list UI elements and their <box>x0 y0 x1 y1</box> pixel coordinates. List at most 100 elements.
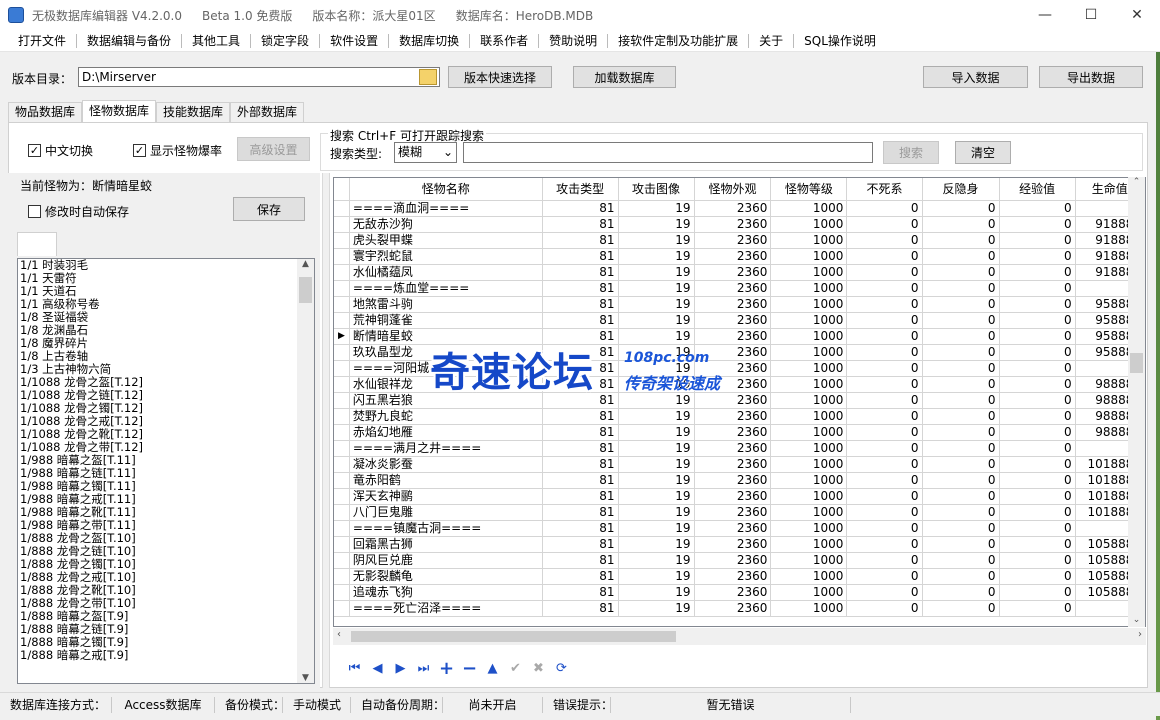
table-cell[interactable]: 0 <box>846 456 923 473</box>
table-cell[interactable]: 地煞雷斗驹 <box>349 296 543 313</box>
table-cell[interactable]: 0 <box>922 488 1000 505</box>
table-cell[interactable]: 19 <box>618 280 695 297</box>
list-item[interactable]: 1/3 上古神物六简 <box>18 363 314 376</box>
table-cell[interactable]: 19 <box>618 232 695 249</box>
table-cell[interactable]: ====满月之井==== <box>349 440 543 457</box>
table-cell[interactable]: 荒神铜蓬雀 <box>349 312 543 329</box>
table-cell[interactable]: 81 <box>542 456 619 473</box>
table-cell[interactable]: 1000 <box>770 408 848 425</box>
scroll-down-icon[interactable]: ▼ <box>297 673 314 683</box>
table-cell[interactable]: 1000 <box>770 264 848 281</box>
table-cell[interactable]: 81 <box>542 472 619 489</box>
table-cell[interactable]: 19 <box>618 504 695 521</box>
table-cell[interactable]: 19 <box>618 552 695 569</box>
table-cell[interactable]: 81 <box>542 600 619 617</box>
chinese-switch-checkbox[interactable]: ✓ 中文切换 <box>28 142 93 159</box>
table-cell[interactable]: 1000 <box>770 456 848 473</box>
table-row[interactable]: 荒神铜蓬雀 81 19 2360 1000 0 0 0 958888 <box>334 312 1145 329</box>
table-cell[interactable]: 2360 <box>694 520 772 537</box>
scroll-down-icon[interactable]: ⌄ <box>1128 615 1145 625</box>
prior-record-icon[interactable]: ◀ <box>366 657 389 679</box>
list-item[interactable]: 1/8 圣诞福袋 <box>18 311 314 324</box>
table-cell[interactable]: 81 <box>542 488 619 505</box>
grid-hscroll-thumb[interactable] <box>351 631 676 642</box>
table-cell[interactable]: 81 <box>542 248 619 265</box>
table-cell[interactable]: 0 <box>922 280 1000 297</box>
drop-list[interactable]: 1/1 时装羽毛 1/1 天雷符 1/1 天道石 1/1 高级称号卷 1/8 圣诞福袋 1… <box>17 258 315 684</box>
tab-skills[interactable]: 技能数据库 <box>156 102 231 122</box>
scroll-up-icon[interactable]: ⌃ <box>1128 177 1145 191</box>
minimize-icon[interactable]: — <box>1022 0 1068 30</box>
delete-record-icon[interactable]: − <box>458 657 481 679</box>
table-cell[interactable]: 81 <box>542 520 619 537</box>
scroll-right-icon[interactable]: › <box>1138 629 1142 640</box>
table-cell[interactable]: 1000 <box>770 392 848 409</box>
table-cell[interactable]: 0 <box>846 264 923 281</box>
table-row[interactable]: 无影裂麟龟 81 19 2360 1000 0 0 0 1058888 <box>334 568 1145 585</box>
menu-other-tools[interactable]: 其他工具 <box>182 33 252 48</box>
list-item[interactable]: 1/888 龙骨之盔[T.10] <box>18 532 314 545</box>
table-cell[interactable]: 0 <box>846 248 923 265</box>
grid-hscrollbar[interactable]: ‹ › <box>333 628 1146 645</box>
menu-custom[interactable]: 接软件定制及功能扩展 <box>608 33 750 48</box>
table-cell[interactable]: 19 <box>618 440 695 457</box>
table-cell[interactable]: 2360 <box>694 536 772 553</box>
table-cell[interactable]: 1000 <box>770 520 848 537</box>
table-cell[interactable]: 0 <box>922 536 1000 553</box>
insert-record-icon[interactable]: + <box>435 657 458 679</box>
column-header[interactable]: 经验值 <box>999 178 1076 201</box>
table-cell[interactable]: 19 <box>618 520 695 537</box>
search-input[interactable] <box>463 142 873 163</box>
table-cell[interactable]: 2360 <box>694 280 772 297</box>
table-cell[interactable]: 1000 <box>770 552 848 569</box>
table-cell[interactable]: 2360 <box>694 568 772 585</box>
table-cell[interactable]: 0 <box>922 440 1000 457</box>
table-cell[interactable]: 0 <box>999 392 1076 409</box>
table-cell[interactable]: 1000 <box>770 488 848 505</box>
table-cell[interactable]: 2360 <box>694 552 772 569</box>
table-cell[interactable]: 0 <box>999 568 1076 585</box>
table-cell[interactable]: 1000 <box>770 568 848 585</box>
table-cell[interactable]: 1000 <box>770 504 848 521</box>
table-row[interactable]: ====满月之井==== 81 19 2360 1000 0 0 0 <box>334 440 1145 457</box>
table-cell[interactable]: 0 <box>846 584 923 601</box>
table-cell[interactable]: 追魂赤飞狗 <box>349 584 543 601</box>
table-cell[interactable]: 阴风巨兑鹿 <box>349 552 543 569</box>
menu-settings[interactable]: 软件设置 <box>320 33 390 48</box>
column-header[interactable]: 攻击类型 <box>542 178 619 201</box>
table-row[interactable]: 寰宇烈蛇鼠 81 19 2360 1000 0 0 0 918888 <box>334 248 1145 265</box>
table-cell[interactable]: 1000 <box>770 200 848 217</box>
table-cell[interactable]: 0 <box>999 376 1076 393</box>
table-cell[interactable]: 1000 <box>770 600 848 617</box>
table-cell[interactable]: 0 <box>846 360 923 377</box>
table-cell[interactable]: 0 <box>846 312 923 329</box>
table-cell[interactable]: 寰宇烈蛇鼠 <box>349 248 543 265</box>
table-cell[interactable]: 0 <box>999 360 1076 377</box>
menu-lock-fields[interactable]: 锁定字段 <box>251 33 321 48</box>
table-row[interactable]: 虎头裂甲蝶 81 19 2360 1000 0 0 0 918888 <box>334 232 1145 249</box>
table-cell[interactable]: 2360 <box>694 584 772 601</box>
table-cell[interactable]: 81 <box>542 408 619 425</box>
list-item[interactable]: 1/1088 龙骨之镯[T.12] <box>18 402 314 415</box>
table-cell[interactable]: 81 <box>542 232 619 249</box>
table-cell[interactable]: 0 <box>922 344 1000 361</box>
table-cell[interactable]: 2360 <box>694 456 772 473</box>
drop-tab[interactable] <box>17 232 57 256</box>
table-cell[interactable]: 0 <box>999 280 1076 297</box>
table-cell[interactable]: 19 <box>618 424 695 441</box>
table-cell[interactable]: 0 <box>922 456 1000 473</box>
table-cell[interactable]: 0 <box>999 472 1076 489</box>
table-cell[interactable]: 0 <box>846 296 923 313</box>
table-cell[interactable]: 19 <box>618 312 695 329</box>
list-item[interactable]: 1/1 天道石 <box>18 285 314 298</box>
list-item[interactable]: 1/988 暗幕之戒[T.11] <box>18 493 314 506</box>
table-cell[interactable]: 1000 <box>770 376 848 393</box>
table-cell[interactable]: 81 <box>542 296 619 313</box>
table-cell[interactable]: 81 <box>542 568 619 585</box>
table-cell[interactable]: 1000 <box>770 344 848 361</box>
table-cell[interactable]: 0 <box>922 424 1000 441</box>
table-cell[interactable]: 2360 <box>694 408 772 425</box>
table-cell[interactable]: 2360 <box>694 472 772 489</box>
table-row[interactable]: 水仙橘蕴凤 81 19 2360 1000 0 0 0 918888 <box>334 264 1145 281</box>
table-cell[interactable]: 81 <box>542 264 619 281</box>
